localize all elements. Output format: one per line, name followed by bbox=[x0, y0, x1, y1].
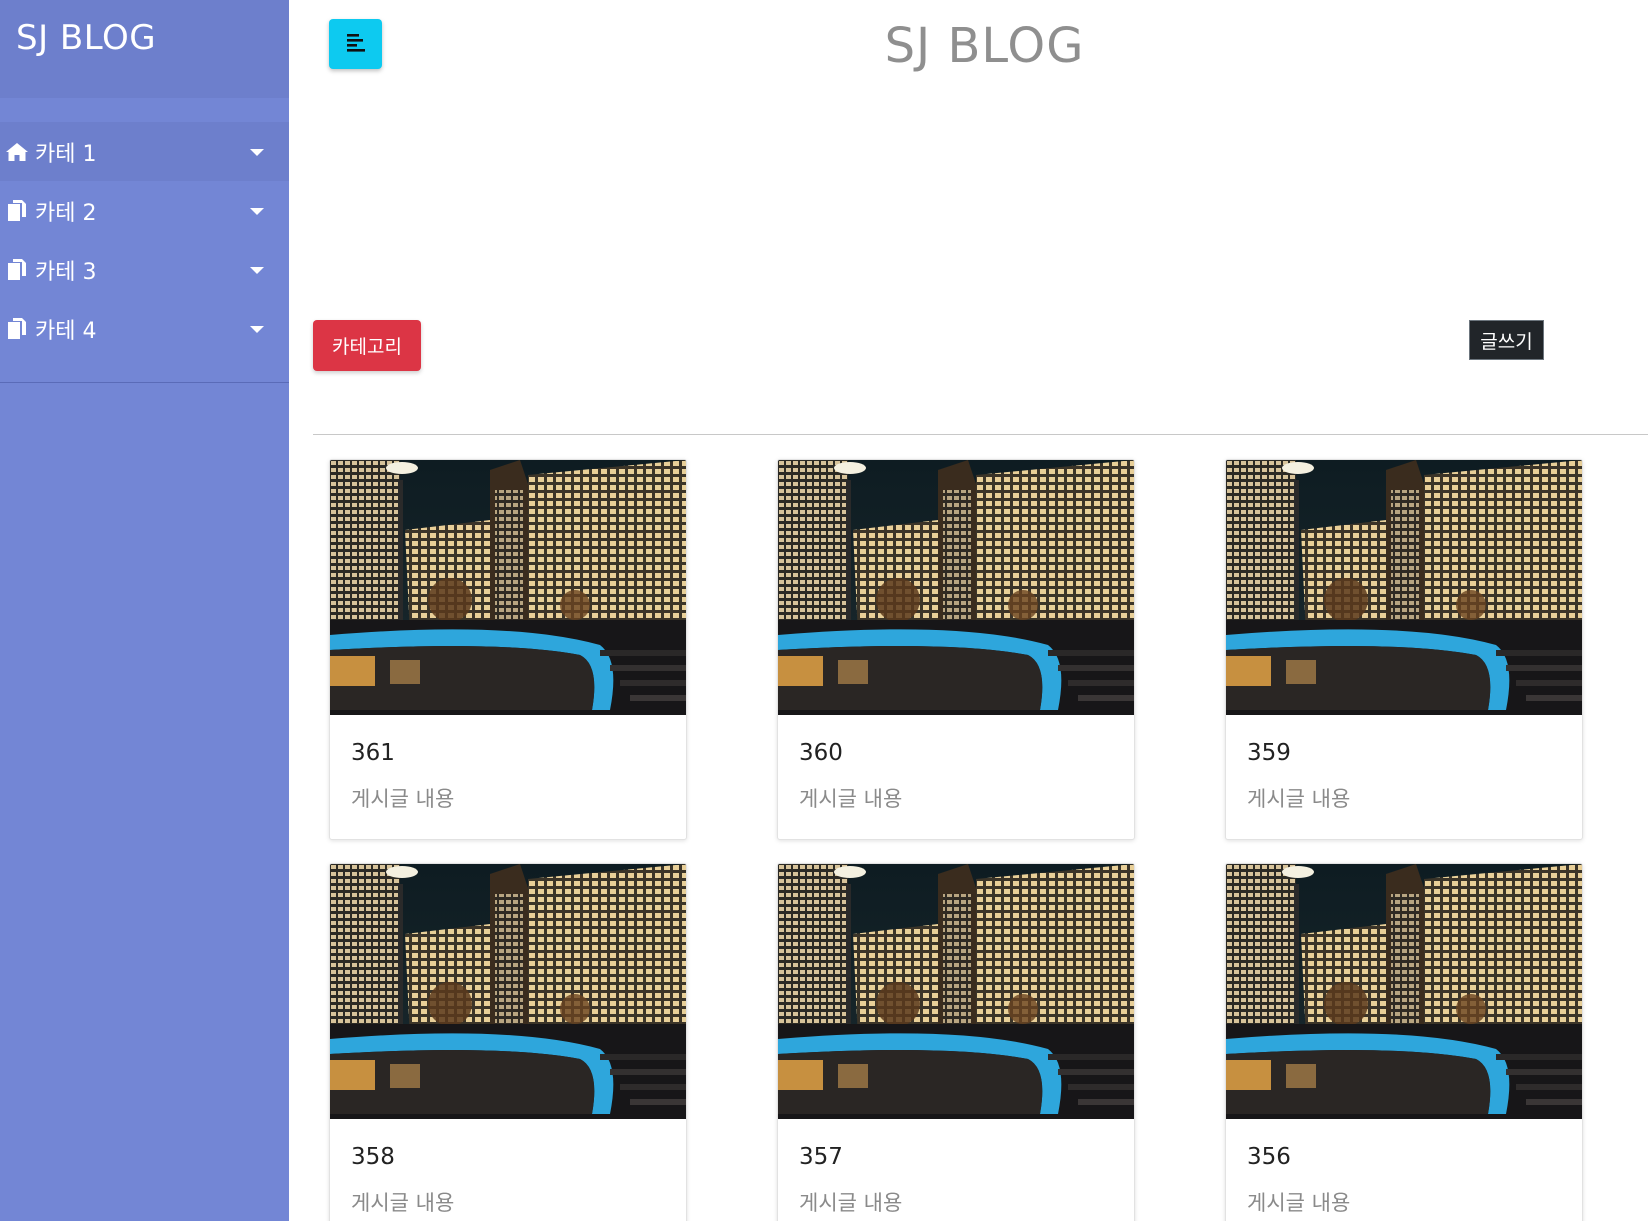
sidebar-item-label: 카테 4 bbox=[35, 318, 97, 344]
sidebar-item-label: 카테 1 bbox=[35, 141, 97, 167]
sidebar-divider bbox=[0, 382, 289, 383]
sidebar-list: 카테 1 카테 2 카테 3 카테 4 bbox=[0, 122, 289, 358]
app-root: SJ BLOG 카테 1 카테 2 카테 3 카테 4 SJ BLOG 카테고리… bbox=[0, 0, 1648, 1221]
post-card[interactable]: 358 게시글 내용 bbox=[329, 863, 687, 1221]
sidebar: SJ BLOG 카테 1 카테 2 카테 3 카테 4 bbox=[0, 0, 289, 1221]
post-thumbnail-image bbox=[330, 864, 686, 1119]
sidebar-item-cate-4[interactable]: 카테 4 bbox=[0, 299, 289, 358]
post-title: 358 bbox=[351, 1144, 395, 1170]
copy-icon bbox=[4, 257, 30, 283]
post-card[interactable]: 361 게시글 내용 bbox=[329, 459, 687, 840]
caret-down-icon bbox=[250, 208, 264, 215]
align-left-icon bbox=[346, 32, 366, 56]
sidebar-item-cate-3[interactable]: 카테 3 bbox=[0, 240, 289, 299]
write-post-button[interactable]: 글쓰기 bbox=[1469, 320, 1544, 360]
post-title: 360 bbox=[799, 740, 843, 766]
post-title: 359 bbox=[1247, 740, 1291, 766]
copy-icon bbox=[4, 316, 30, 342]
copy-icon bbox=[4, 198, 30, 224]
sidebar-toggle-button[interactable] bbox=[329, 19, 382, 69]
post-thumbnail-image bbox=[1226, 460, 1582, 715]
post-excerpt: 게시글 내용 bbox=[799, 787, 903, 811]
sidebar-item-label: 카테 2 bbox=[35, 200, 97, 226]
page-title: SJ BLOG bbox=[0, 18, 1648, 74]
post-card[interactable]: 359 게시글 내용 bbox=[1225, 459, 1583, 840]
post-card[interactable]: 360 게시글 내용 bbox=[777, 459, 1135, 840]
sidebar-item-cate-1[interactable]: 카테 1 bbox=[0, 122, 289, 181]
page-title-text: SJ BLOG bbox=[884, 18, 1085, 74]
post-excerpt: 게시글 내용 bbox=[1247, 1191, 1351, 1215]
post-title: 356 bbox=[1247, 1144, 1291, 1170]
post-excerpt: 게시글 내용 bbox=[351, 1191, 455, 1215]
home-icon bbox=[4, 139, 30, 165]
post-excerpt: 게시글 내용 bbox=[799, 1191, 903, 1215]
caret-down-icon bbox=[250, 267, 264, 274]
post-thumbnail-image bbox=[330, 460, 686, 715]
post-thumbnail-image bbox=[778, 864, 1134, 1119]
post-thumbnail-image bbox=[1226, 864, 1582, 1119]
sidebar-item-cate-2[interactable]: 카테 2 bbox=[0, 181, 289, 240]
sidebar-item-label: 카테 3 bbox=[35, 259, 97, 285]
post-title: 357 bbox=[799, 1144, 843, 1170]
caret-down-icon bbox=[250, 326, 264, 333]
post-card[interactable]: 356 게시글 내용 bbox=[1225, 863, 1583, 1221]
caret-down-icon bbox=[250, 149, 264, 156]
content-divider bbox=[313, 434, 1648, 435]
post-card[interactable]: 357 게시글 내용 bbox=[777, 863, 1135, 1221]
post-excerpt: 게시글 내용 bbox=[351, 787, 455, 811]
category-button[interactable]: 카테고리 bbox=[313, 320, 421, 371]
post-excerpt: 게시글 내용 bbox=[1247, 787, 1351, 811]
post-title: 361 bbox=[351, 740, 395, 766]
post-thumbnail-image bbox=[778, 460, 1134, 715]
